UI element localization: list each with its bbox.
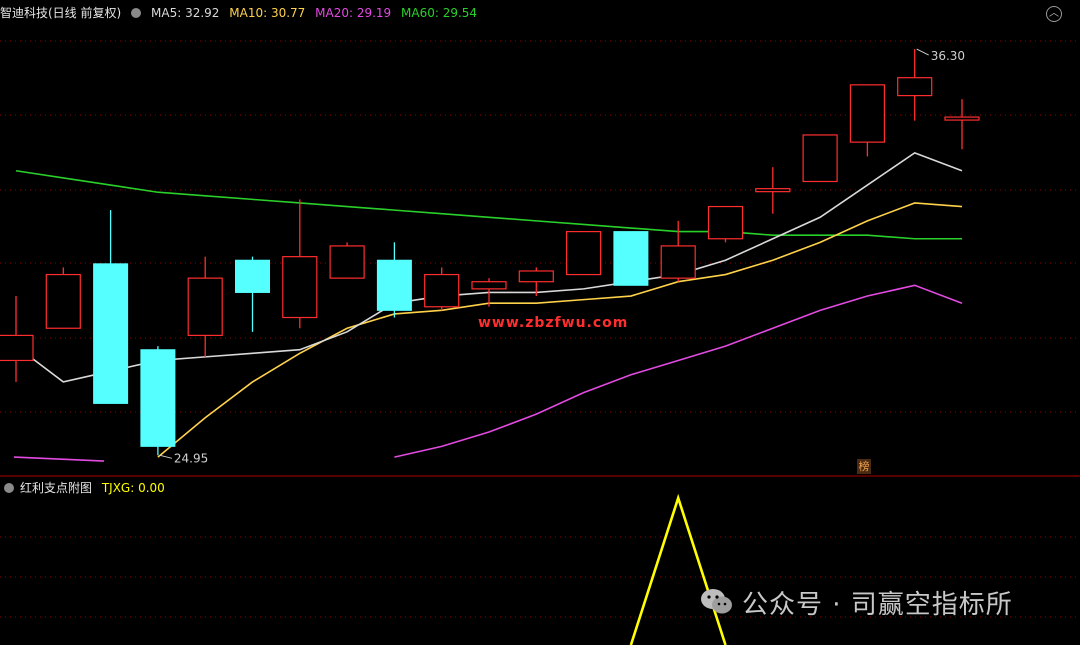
candlestick[interactable] [187, 256, 223, 357]
candle-body-down [93, 263, 129, 404]
candle-body-up [897, 77, 933, 97]
indicator-settings-icon[interactable] [4, 483, 14, 493]
indicator-name[interactable]: 红利支点附图 [20, 481, 92, 495]
candlestick[interactable] [140, 346, 176, 456]
bang-badge[interactable]: 榜 [857, 459, 871, 474]
candlestick[interactable] [755, 167, 791, 214]
stock-title[interactable]: 智迪科技(日线 前复权) [0, 6, 121, 20]
candle-body-up [660, 245, 696, 279]
indicator-header: 红利支点附图 TJXG: 0.00 [0, 479, 171, 497]
candle-body-down [235, 259, 270, 293]
candlestick[interactable] [613, 231, 649, 286]
candle-body-up [282, 256, 318, 319]
ma20-value: MA20: 29.19 [315, 6, 392, 20]
candlestick[interactable] [565, 231, 602, 276]
candle-body-down [376, 259, 412, 311]
ma20-line [13, 456, 105, 462]
candle-body-up [755, 188, 791, 193]
ma5-value: MA5: 32.92 [151, 6, 220, 20]
candlestick[interactable] [329, 242, 365, 279]
candle-body-up [187, 277, 223, 337]
candle-body-up [45, 273, 81, 329]
tjxg-indicator-line [629, 493, 727, 645]
ma60-value: MA60: 29.54 [401, 6, 478, 20]
candlestick[interactable] [944, 99, 980, 150]
max-price-label: 36.30 [931, 49, 965, 63]
candle-body-up [518, 270, 554, 283]
candle-body-down [613, 231, 649, 286]
candlestick[interactable] [235, 256, 270, 332]
min-price-label: 24.95 [174, 451, 208, 465]
tjxg-value: TJXG: 0.00 [101, 481, 165, 495]
candle-body-up [424, 273, 460, 308]
candle-body-up [707, 205, 744, 240]
candle-body-up [471, 281, 507, 290]
ma10-value: MA10: 30.77 [229, 6, 306, 20]
candlestick[interactable] [45, 267, 81, 329]
footer-watermark: 公众号 · 司赢空指标所 [700, 583, 1013, 621]
chart-header: 智迪科技(日线 前复权) MA5: 32.92 MA10: 30.77 MA20… [0, 4, 483, 22]
candle-body-up [802, 134, 838, 183]
wechat-icon [701, 589, 732, 614]
candlestick[interactable] [0, 296, 34, 382]
candlestick[interactable] [802, 134, 838, 183]
candlestick[interactable] [376, 242, 412, 318]
candle-body-up [565, 231, 602, 276]
candle-body-up [0, 334, 34, 362]
ma20-line [394, 284, 963, 458]
chevron-up-icon[interactable]: ︿ [1046, 6, 1062, 22]
site-watermark: www.zbzfwu.com [478, 315, 628, 331]
candlestick[interactable] [282, 199, 318, 329]
candlestick[interactable] [849, 84, 886, 157]
candlestick[interactable] [897, 49, 933, 121]
settings-circle-icon[interactable] [131, 8, 142, 18]
footer-watermark-text: 公众号 · 司赢空指标所 [742, 589, 1013, 620]
candlestick[interactable] [93, 210, 129, 404]
candle-body-down [140, 349, 176, 447]
candle-body-up [329, 245, 365, 279]
max-arrow [916, 48, 929, 56]
candlestick[interactable] [707, 205, 744, 243]
min-arrow [159, 454, 173, 459]
candle-body-up [944, 116, 980, 121]
candlestick[interactable] [424, 267, 460, 311]
candle-body-up [849, 84, 886, 143]
kline-chart[interactable]: 36.30 24.95 www.zbzfwu.com [0, 0, 1080, 645]
